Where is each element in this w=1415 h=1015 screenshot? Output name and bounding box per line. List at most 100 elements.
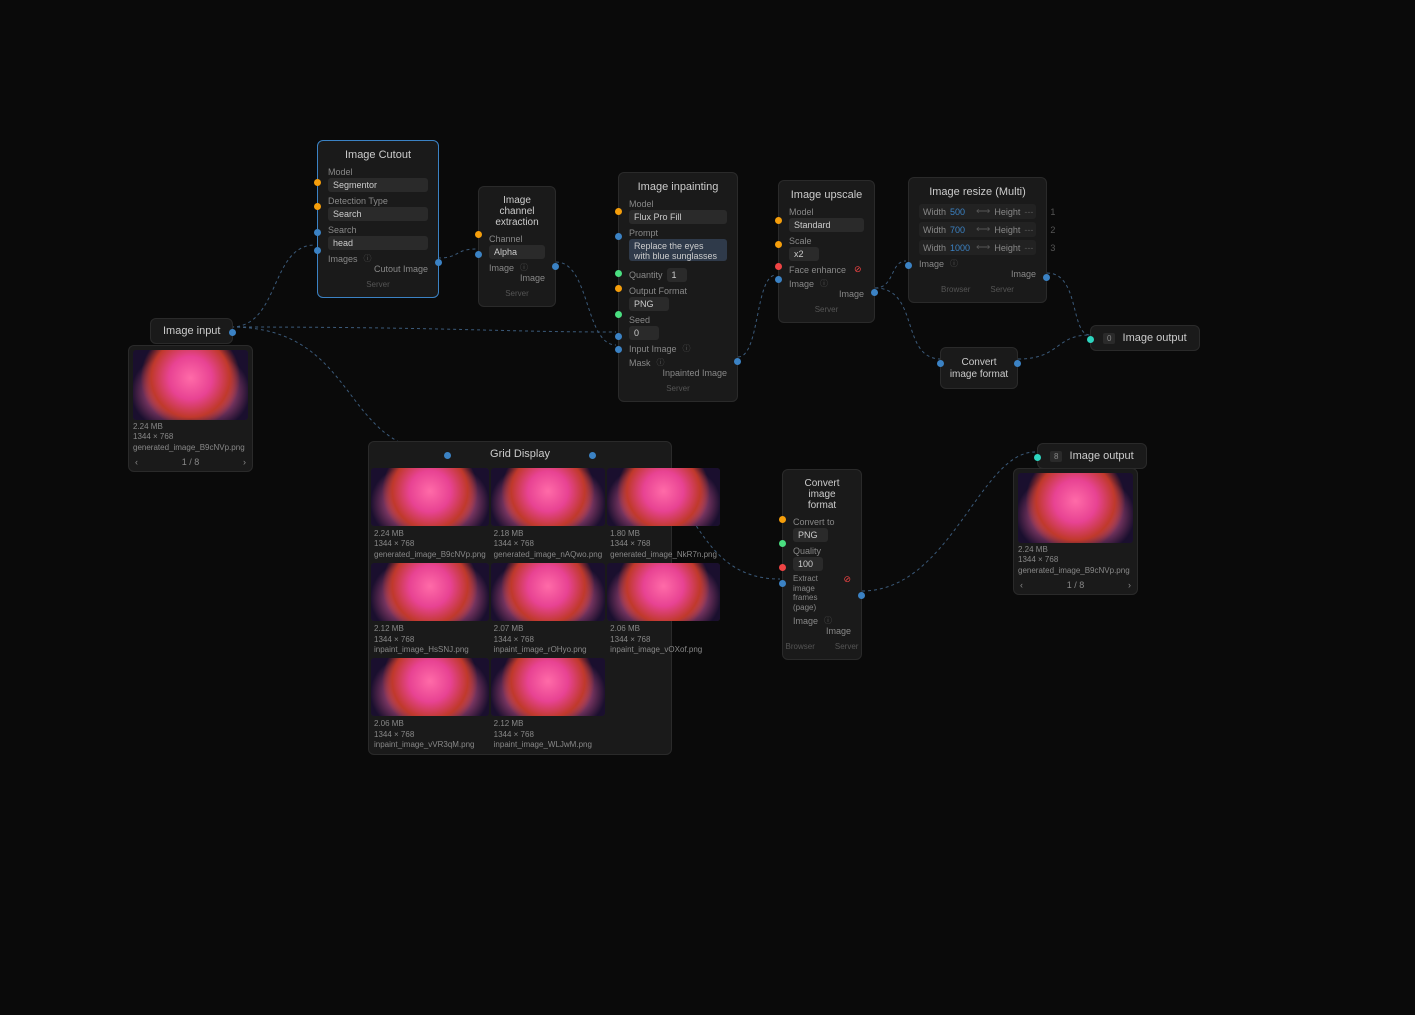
mask-port[interactable] [615,346,622,353]
inpainting-node[interactable]: Image inpainting Model Prompt Quantity O… [618,172,738,402]
output-port[interactable] [552,263,559,270]
grid-item[interactable]: 2.18 MB1344 × 768generated_image_nAQwo.p… [491,468,606,561]
input-port[interactable] [937,360,944,367]
convert-format-node-2[interactable]: Convert image format Convert to Quality … [782,469,862,660]
link-icon[interactable]: ⟷ [976,206,990,217]
quality-input[interactable] [793,557,823,571]
grid-thumbnail[interactable] [371,658,489,716]
input-port[interactable] [1034,454,1041,461]
resize-row-3[interactable]: Width1000 ⟷ Height--- 3 [919,240,1036,255]
image-port[interactable] [475,251,482,258]
browser-button[interactable]: Browser [786,642,815,651]
output-port[interactable] [1043,274,1050,281]
input-image-port[interactable] [615,333,622,340]
prev-button[interactable]: ‹ [1020,580,1023,590]
grid-item[interactable]: 2.06 MB1344 × 768inpaint_image_vOXof.png [607,563,720,656]
server-button[interactable]: Server [629,384,727,393]
image-input-node[interactable]: Image input [150,318,233,344]
link-icon[interactable]: ⟷ [976,242,990,253]
server-button[interactable]: Server [990,285,1014,294]
resize-multi-node[interactable]: Image resize (Multi) Width500 ⟷ Height--… [908,177,1047,303]
prev-button[interactable]: ‹ [135,457,138,467]
grid-item[interactable]: 2.12 MB1344 × 768inpaint_image_WLJwM.png [491,658,606,751]
scale-input[interactable] [789,247,819,261]
model-input[interactable] [328,178,428,192]
server-button[interactable]: Server [789,305,864,314]
grid-thumbnail[interactable] [491,563,606,621]
images-port[interactable] [314,247,321,254]
grid-item[interactable]: 2.12 MB1344 × 768inpaint_image_HsSNJ.png [371,563,489,656]
grid-item[interactable]: 2.24 MB1344 × 768generated_image_B9cNVp.… [371,468,489,561]
next-button[interactable]: › [1128,580,1131,590]
model-input[interactable] [789,218,864,232]
preview-thumbnail[interactable] [133,350,248,420]
model-port[interactable] [615,208,622,215]
output-port[interactable] [589,452,596,459]
toggle-off-icon[interactable]: ⊘ [854,264,862,275]
output-port[interactable] [1014,360,1021,367]
detection-type-input[interactable] [328,207,428,221]
channel-extraction-node[interactable]: Image channel extraction Channel Imageⓘ … [478,186,556,307]
quantity-port[interactable] [615,270,622,277]
output-port[interactable] [734,358,741,365]
detection-type-port[interactable] [314,203,321,210]
output-port[interactable] [229,329,236,336]
server-button[interactable]: Server [489,289,545,298]
image-output-node-2[interactable]: 8 Image output [1037,443,1147,469]
convert-format-node-1[interactable]: Convert image format [940,347,1018,389]
output-port[interactable] [435,259,442,266]
scale-port[interactable] [775,241,782,248]
seed-port[interactable] [615,311,622,318]
preview-pager: ‹ 1 / 8 › [1018,580,1133,590]
grid-thumbnail[interactable] [607,468,720,526]
grid-item[interactable]: 2.06 MB1344 × 768inpaint_image_vVR3qM.pn… [371,658,489,751]
link-icon[interactable]: ⟷ [976,224,990,235]
resize-row-1[interactable]: Width500 ⟷ Height--- 1 [919,204,1036,219]
output-port[interactable] [871,289,878,296]
quantity-input[interactable] [667,268,687,282]
grid-meta: 2.24 MB1344 × 768generated_image_B9cNVp.… [371,528,489,561]
image-port[interactable] [779,580,786,587]
prompt-port[interactable] [615,233,622,240]
resize-row-2[interactable]: Width700 ⟷ Height--- 2 [919,222,1036,237]
channel-input[interactable] [489,245,545,259]
search-input[interactable] [328,236,428,250]
grid-thumbnail[interactable] [607,563,720,621]
face-enhance-port[interactable] [775,263,782,270]
image-output-node-1[interactable]: 0 Image output [1090,325,1200,351]
next-button[interactable]: › [243,457,246,467]
format-port[interactable] [615,285,622,292]
grid-item[interactable]: 1.80 MB1344 × 768generated_image_NkR7n.p… [607,468,720,561]
convert-to-port[interactable] [779,516,786,523]
channel-port[interactable] [475,231,482,238]
input-port[interactable] [1087,336,1094,343]
seed-input[interactable] [629,326,659,340]
model-port[interactable] [314,179,321,186]
image-port[interactable] [905,262,912,269]
preview-thumbnail[interactable] [1018,473,1133,543]
server-button[interactable]: Server [328,280,428,289]
input-port[interactable] [444,452,451,459]
grid-thumbnail[interactable] [491,468,606,526]
grid-item[interactable]: 2.07 MB1344 × 768inpaint_image_rOHyo.png [491,563,606,656]
format-input[interactable] [629,297,669,311]
extract-port[interactable] [779,564,786,571]
grid-thumbnail[interactable] [491,658,606,716]
model-port[interactable] [775,217,782,224]
output-port[interactable] [858,592,865,599]
info-icon: ⓘ [657,357,665,368]
grid-display-node[interactable]: Grid Display 2.24 MB1344 × 768generated_… [368,441,672,755]
toggle-off-icon[interactable]: ⊘ [843,574,851,585]
prompt-input[interactable] [629,239,727,261]
upscale-node[interactable]: Image upscale Model Scale Face enhance⊘ … [778,180,875,323]
server-button[interactable]: Server [835,642,859,651]
model-input[interactable] [629,210,727,224]
grid-thumbnail[interactable] [371,563,489,621]
convert-to-input[interactable] [793,528,828,542]
browser-button[interactable]: Browser [941,285,970,294]
image-port[interactable] [775,276,782,283]
image-cutout-node[interactable]: Image Cutout Model Detection Type Search… [317,140,439,298]
search-port[interactable] [314,229,321,236]
quality-port[interactable] [779,540,786,547]
grid-thumbnail[interactable] [371,468,489,526]
